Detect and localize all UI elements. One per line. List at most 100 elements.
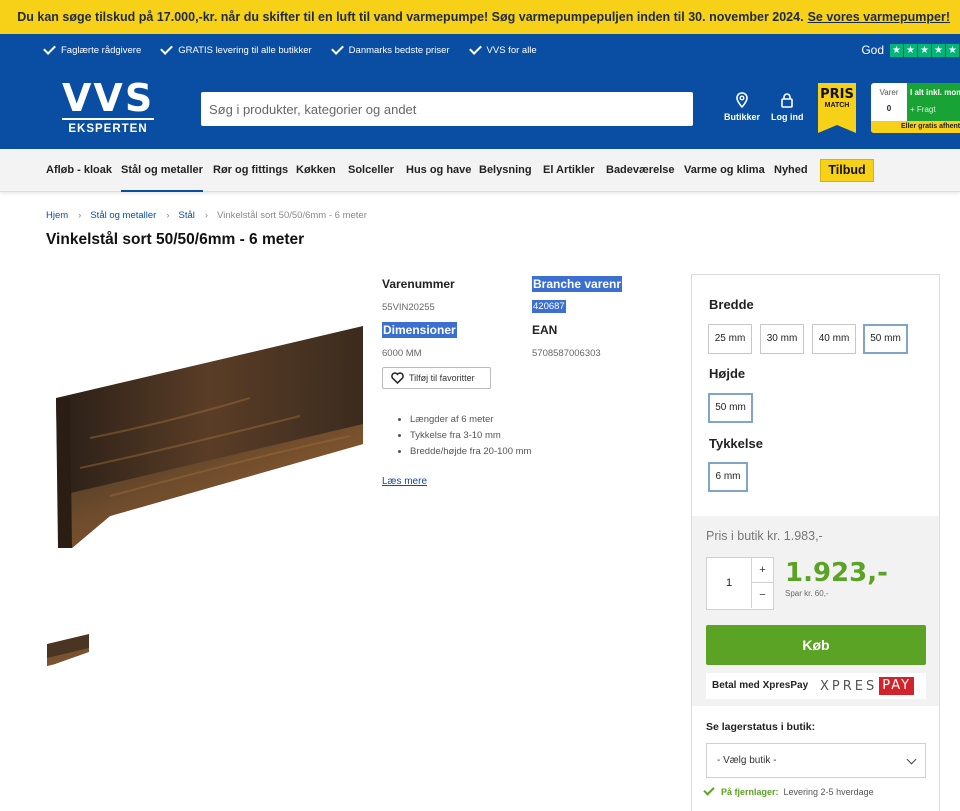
nav-item-ror[interactable]: Rør og fittings (213, 149, 288, 192)
nav-item-stal[interactable]: Stål og metaller (121, 149, 203, 192)
nav-item-bad[interactable]: Badeværelse (606, 149, 675, 192)
usp-item: VVS for alle (468, 41, 537, 56)
xprespay-logo-a: XPRES (820, 678, 878, 694)
trustpilot-rating[interactable]: God ★ ★ ★ ★ ★ (861, 34, 960, 66)
breadcrumb-link[interactable]: Stål og metaller (90, 210, 156, 221)
location-pin-icon (736, 92, 748, 108)
branch-number-label: Branche varenr (532, 276, 623, 292)
nav-item-el[interactable]: El Artikler (543, 149, 595, 192)
usp-item: Danmarks bedste priser (330, 41, 450, 56)
xprespay-logo: XPRES PAY (820, 676, 915, 696)
lock-icon (781, 93, 794, 108)
usp-bar: Faglærte rådgivere GRATIS levering til a… (0, 34, 960, 66)
chevron-right-icon: › (78, 210, 82, 221)
list-item: Tykkelse fra 3-10 mm (410, 428, 531, 444)
increase-quantity-button[interactable]: + (751, 558, 773, 583)
breadcrumb-link[interactable]: Stål (179, 210, 195, 221)
branch-number-value: 420687 (532, 300, 566, 313)
price: 1.923,- (785, 558, 888, 588)
buy-button[interactable]: Køb (706, 625, 926, 665)
xprespay-logo-b: PAY (879, 677, 915, 695)
product-image[interactable] (50, 318, 368, 558)
nav-item-aflob[interactable]: Afløb - kloak (46, 149, 112, 192)
login-link[interactable]: Log ind (771, 92, 804, 122)
login-label: Log ind (771, 112, 804, 122)
prismatch-badge[interactable]: PRIS MATCH (818, 83, 856, 133)
star-icon: ★ (890, 43, 903, 57)
ean-value: 5708587006303 (532, 348, 601, 359)
check-icon (330, 41, 344, 55)
store-price: Pris i butik kr. 1.983,- (706, 529, 823, 543)
stock-status-label: På fjernlager: (721, 787, 779, 797)
star-icon: ★ (932, 43, 945, 57)
usp-label: VVS for alle (486, 44, 537, 56)
nav-item-varme[interactable]: Varme og klima (684, 149, 765, 192)
nav-item-kokken[interactable]: Køkken (296, 149, 336, 192)
sku-value: 55VIN20255 (382, 302, 435, 313)
stock-label: Se lagerstatus i butik: (706, 721, 816, 733)
prismatch-line1: PRIS (820, 87, 854, 102)
chevron-right-icon: › (166, 210, 170, 221)
thickness-option-selected[interactable]: 6 mm (708, 462, 748, 492)
quantity-value[interactable]: 1 (707, 558, 751, 609)
width-option[interactable]: 25 mm (708, 324, 752, 354)
trustpilot-label: God (861, 43, 884, 57)
height-option-selected[interactable]: 50 mm (708, 393, 753, 423)
search-input[interactable] (201, 92, 693, 126)
logo-text-bottom: EKSPERTEN (68, 123, 148, 135)
stores-link[interactable]: Butikker (724, 92, 760, 122)
site-header: VVS EKSPERTEN Butikker Log ind PRIS MATC… (0, 66, 960, 149)
dimensions-value: 6000 MM (382, 348, 422, 359)
promo-banner-link[interactable]: Se vores varmepumper! (808, 10, 950, 24)
thickness-label: Tykkelse (709, 436, 763, 451)
product-thumbnail[interactable] (45, 630, 91, 670)
ean-label: EAN (532, 323, 558, 337)
nav-item-belysning[interactable]: Belysning (479, 149, 532, 192)
mini-cart[interactable]: Varer 0 I alt inkl. moms + Fragt Eller g… (871, 83, 960, 133)
width-option[interactable]: 40 mm (812, 324, 856, 354)
xprespay-banner[interactable]: Betal med XpresPay XPRES PAY (706, 673, 926, 699)
cart-total-label: I alt inkl. moms (910, 88, 960, 97)
page-title: Vinkelstål sort 50/50/6mm - 6 meter (46, 231, 305, 248)
nav-offer-button[interactable]: Tilbud (820, 159, 874, 182)
feature-list: Længder af 6 meter Tykkelse fra 3-10 mm … (410, 412, 531, 460)
width-option[interactable]: 30 mm (760, 324, 804, 354)
width-label: Bredde (709, 297, 754, 312)
price-box: Pris i butik kr. 1.983,- 1 + − 1.923,- S… (692, 516, 939, 706)
sku-label: Varenummer (382, 277, 455, 291)
usp-item: Faglærte rådgivere (43, 41, 142, 56)
usp-label: Faglærte rådgivere (61, 44, 142, 56)
heart-icon (391, 372, 404, 384)
star-icon: ★ (904, 43, 917, 57)
add-to-favorites-button[interactable]: Tilføj til favoritter (382, 367, 491, 389)
list-item: Længder af 6 meter (410, 412, 531, 428)
site-logo[interactable]: VVS EKSPERTEN (62, 76, 155, 138)
dimensions-label: Dimensioner (382, 322, 457, 338)
promo-banner: Du kan søge tilskud på 17.000,-kr. når d… (0, 0, 960, 34)
promo-banner-text: Du kan søge tilskud på 17.000,-kr. når d… (17, 10, 804, 24)
usp-item: GRATIS levering til alle butikker (160, 41, 312, 56)
chevron-right-icon: › (204, 210, 209, 221)
check-icon (160, 41, 174, 55)
breadcrumb-link[interactable]: Hjem (46, 210, 68, 221)
nav-item-solceller[interactable]: Solceller (348, 149, 394, 192)
width-option-selected[interactable]: 50 mm (863, 324, 908, 354)
favorites-label: Tilføj til favoritter (409, 373, 475, 383)
chevron-down-icon (906, 754, 917, 765)
height-label: Højde (709, 366, 746, 381)
star-icon: ★ (918, 43, 931, 57)
nav-item-hus[interactable]: Hus og have (406, 149, 471, 192)
breadcrumb: Hjem › Stål og metaller › Stål › Vinkelstål so… (46, 210, 373, 221)
check-icon (468, 41, 482, 55)
store-select[interactable]: - Vælg butik - (706, 743, 926, 778)
decrease-quantity-button[interactable]: − (751, 583, 773, 608)
check-icon (703, 784, 715, 796)
prismatch-line2: MATCH (824, 102, 850, 109)
nav-item-nyhed[interactable]: Nyhed (774, 149, 808, 192)
free-pickup-note: Eller gratis afhentning (871, 121, 960, 133)
cart-shipping-label: + Fragt (910, 105, 936, 114)
store-select-value: - Vælg butik - (717, 755, 777, 766)
read-more-link[interactable]: Læs mere (382, 476, 427, 487)
quantity-stepper[interactable]: 1 + − (706, 557, 774, 610)
logo-text-top: VVS (62, 76, 155, 120)
